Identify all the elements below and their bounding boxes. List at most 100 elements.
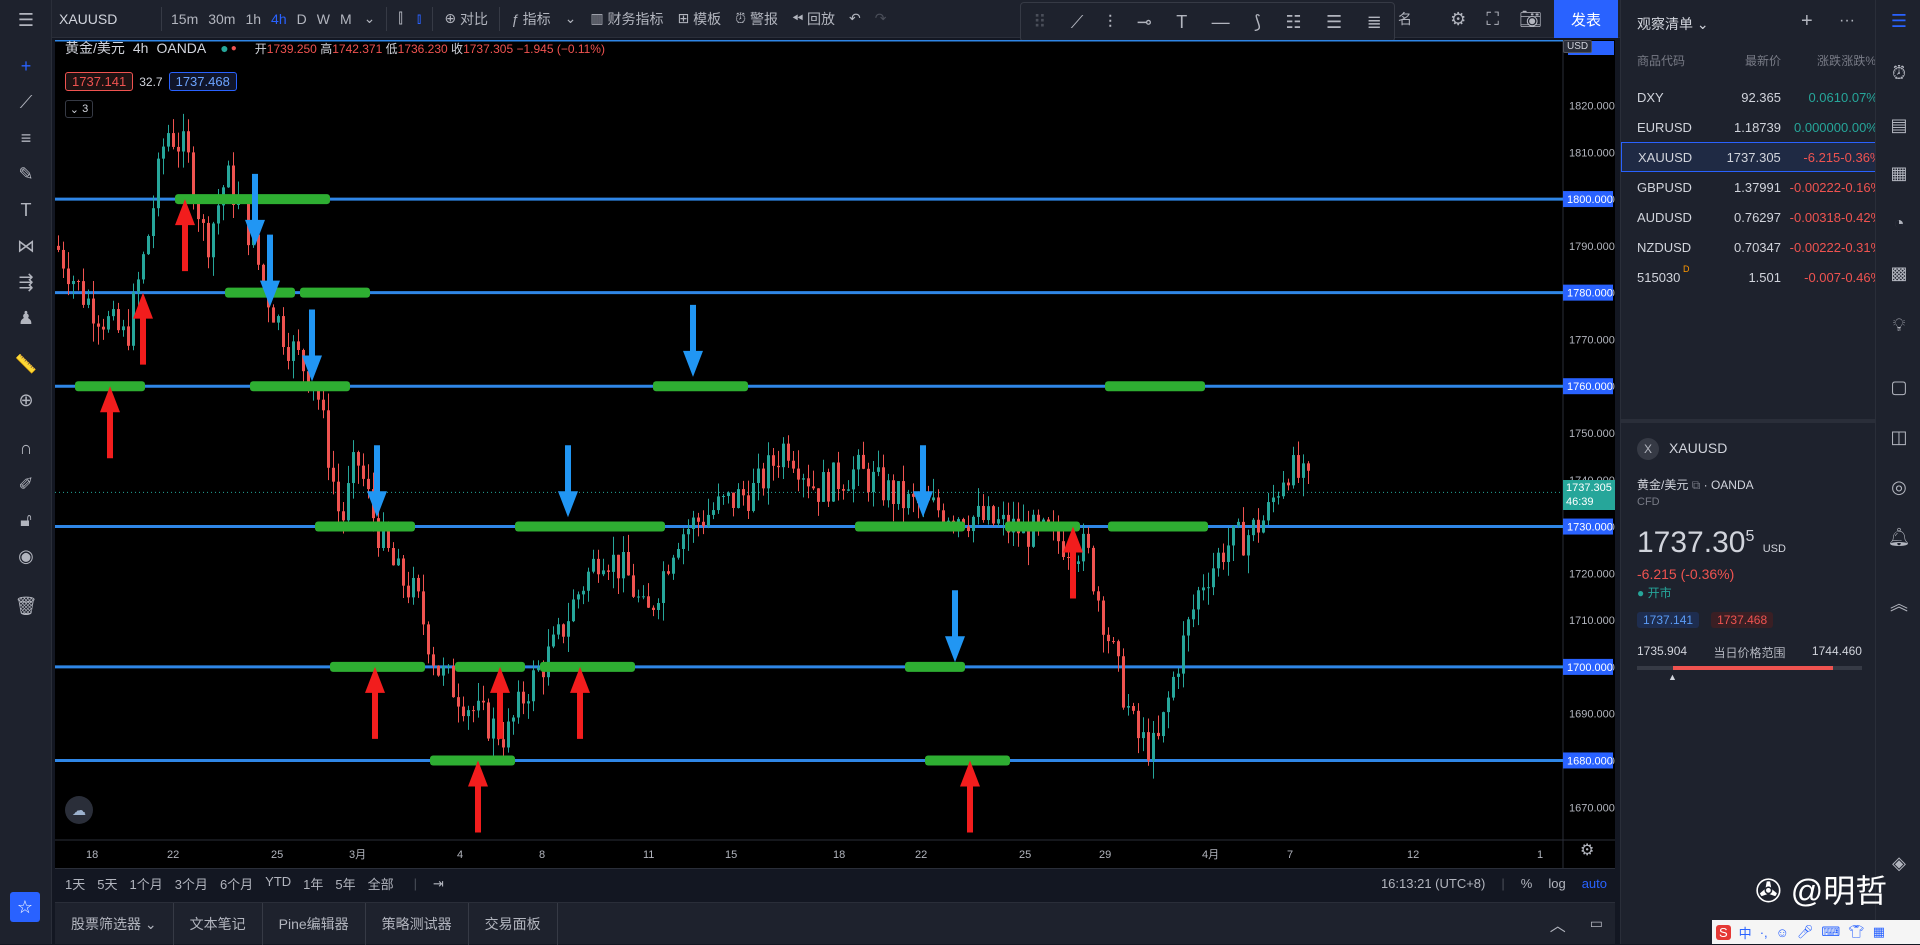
- range-button[interactable]: 1个月: [123, 874, 168, 893]
- external-link-icon[interactable]: ⧉: [1692, 478, 1701, 492]
- news-icon[interactable]: ▤: [1886, 112, 1912, 138]
- panel-divider[interactable]: [1621, 419, 1876, 423]
- horizontal-ray-icon[interactable]: ⊸: [1137, 12, 1152, 33]
- watchlist-row[interactable]: AUDUSD 0.76297 -0.00318-0.42%: [1621, 202, 1876, 232]
- bar-style-icon[interactable]: ⫾: [410, 0, 428, 38]
- crosshair-icon[interactable]: +: [12, 52, 40, 80]
- range-button[interactable]: 1年: [297, 874, 329, 893]
- trend-line-icon[interactable]: ⟋: [12, 88, 40, 116]
- ruler-icon[interactable]: 📏: [12, 350, 40, 378]
- parallel-channel-icon[interactable]: ☷: [1285, 12, 1301, 33]
- column-change-pct[interactable]: 涨跌%: [1841, 52, 1876, 72]
- range-button[interactable]: 5年: [329, 874, 361, 893]
- currency-label[interactable]: USD: [1563, 40, 1593, 53]
- expand-panel-icon[interactable]: ︿: [1538, 912, 1578, 936]
- messages-icon[interactable]: ◫: [1886, 424, 1912, 450]
- range-button[interactable]: 全部: [362, 874, 400, 893]
- fib-icon[interactable]: ≡: [12, 124, 40, 152]
- compare-button[interactable]: ⊕ 对比: [437, 0, 495, 38]
- bottom-tab[interactable]: 策略测试器: [366, 902, 469, 945]
- vertical-line-icon[interactable]: ⫶: [1108, 12, 1113, 33]
- watchlist-row[interactable]: EURUSD 1.18739 0.00000 0.00%: [1621, 112, 1876, 142]
- alert-button[interactable]: ⏰︎ 警报: [728, 0, 785, 38]
- lock-draw-icon[interactable]: ✐: [12, 470, 40, 498]
- details-ask[interactable]: 1737.468: [1711, 612, 1774, 628]
- alert-icon[interactable]: ♟: [12, 304, 40, 332]
- range-button[interactable]: 1天: [59, 874, 91, 893]
- trash-icon[interactable]: 🗑︎: [12, 592, 40, 620]
- order-panel-icon[interactable]: ︽: [1886, 590, 1912, 616]
- scale-settings-gear-icon[interactable]: ⚙: [1580, 840, 1594, 860]
- tradingview-logo-icon[interactable]: ☁: [65, 796, 93, 824]
- indicators-button[interactable]: ƒ 指标: [504, 0, 558, 38]
- interval-D[interactable]: D: [292, 0, 312, 38]
- range-button[interactable]: 5天: [91, 874, 123, 893]
- text-tool-icon[interactable]: T: [12, 196, 40, 224]
- more-tools-icon[interactable]: ≣: [1367, 12, 1382, 33]
- undo-icon[interactable]: ↶: [842, 0, 868, 38]
- alarm-icon[interactable]: ⏰︎: [1886, 60, 1912, 86]
- range-button[interactable]: YTD: [259, 874, 297, 893]
- column-last[interactable]: 最新价: [1711, 52, 1781, 72]
- interval-15m[interactable]: 15m: [166, 0, 203, 38]
- chat-icon[interactable]: ▢: [1886, 374, 1912, 400]
- goto-date-icon[interactable]: ⇥: [425, 876, 452, 892]
- interval-30m[interactable]: 30m: [203, 0, 240, 38]
- drag-handle-icon[interactable]: ⠿: [1033, 12, 1046, 33]
- projection-icon[interactable]: ⇶: [12, 268, 40, 296]
- watchlist-icon[interactable]: ☰: [1886, 8, 1912, 34]
- add-symbol-icon[interactable]: +: [1801, 10, 1813, 33]
- legend-symbol[interactable]: 黄金/美元: [65, 38, 125, 58]
- replay-button[interactable]: ⏪︎ 回放: [785, 0, 842, 38]
- camera-icon[interactable]: 📷︎: [1519, 9, 1542, 30]
- indicators-collapse-button[interactable]: ⌄ 3: [65, 100, 93, 118]
- more-options-icon[interactable]: ···: [1839, 12, 1855, 30]
- templates-button[interactable]: ⊞ 模板: [671, 0, 729, 38]
- bottom-tab[interactable]: Pine编辑器: [263, 902, 366, 945]
- magnet-icon[interactable]: ∩: [12, 434, 40, 462]
- publish-button[interactable]: 发表: [1554, 0, 1618, 38]
- brush-icon[interactable]: ✎: [12, 160, 40, 188]
- ime-grid-icon[interactable]: ▦: [1873, 924, 1885, 940]
- candle-style-icon[interactable]: ⫿: [391, 0, 409, 38]
- interval-W[interactable]: W: [312, 0, 335, 38]
- favorites-star-icon[interactable]: ☆: [10, 892, 40, 922]
- zoom-icon[interactable]: ⊕: [12, 386, 40, 414]
- pattern-icon[interactable]: ⋈: [12, 232, 40, 260]
- range-button[interactable]: 6个月: [214, 874, 259, 893]
- interval-M[interactable]: M: [335, 0, 357, 38]
- ime-mic-icon[interactable]: 🎤︎: [1797, 924, 1814, 940]
- watchlist-title[interactable]: 观察清单 ⌄: [1637, 14, 1709, 34]
- log-scale-toggle[interactable]: log: [1540, 876, 1573, 891]
- eye-icon[interactable]: ◉: [12, 542, 40, 570]
- fullscreen-icon[interactable]: ⛶: [1486, 9, 1499, 30]
- watchlist-row[interactable]: NZDUSD 0.70347 -0.00222-0.31%: [1621, 232, 1876, 262]
- percent-scale-toggle[interactable]: %: [1513, 876, 1541, 891]
- watchlist-row[interactable]: GBPUSD 1.37991 -0.00222-0.16%: [1621, 172, 1876, 202]
- interval-4h[interactable]: 4h: [266, 0, 292, 38]
- horizontal-line-icon[interactable]: —: [1212, 12, 1230, 33]
- menu-icon[interactable]: ☰: [12, 6, 40, 34]
- fib-retracement-icon[interactable]: ☰: [1326, 12, 1342, 33]
- price-chart[interactable]: 1670.000 1680.000 1690.000 1700.000 1710.000…: [55, 38, 1615, 868]
- bottom-tab[interactable]: 文本笔记: [174, 902, 263, 945]
- ideas-bulb-icon[interactable]: 💡︎: [1886, 312, 1912, 338]
- column-change[interactable]: 涨跌: [1781, 52, 1841, 72]
- ime-emoji-icon[interactable]: ☺: [1776, 925, 1789, 940]
- data-window-icon[interactable]: ▦: [1886, 160, 1912, 186]
- ime-logo-icon[interactable]: S: [1716, 924, 1731, 940]
- sell-price-badge[interactable]: 1737.141: [65, 72, 134, 91]
- notifications-bell-icon[interactable]: 🔔︎: [1886, 524, 1912, 550]
- settings-gear-icon[interactable]: ⚙: [1450, 9, 1466, 30]
- interval-1h[interactable]: 1h: [240, 0, 266, 38]
- ime-skin-icon[interactable]: 👕︎: [1848, 924, 1865, 940]
- text-icon[interactable]: T: [1176, 12, 1187, 33]
- indicators-dropdown-icon[interactable]: ⌄: [558, 0, 584, 38]
- buy-price-badge[interactable]: 1737.468: [168, 72, 237, 91]
- calendar-icon[interactable]: ▩: [1886, 260, 1912, 286]
- ime-punct-icon[interactable]: ·,: [1760, 925, 1768, 940]
- timezone-clock[interactable]: 16:13:21 (UTC+8): [1373, 876, 1493, 891]
- path-icon[interactable]: ⟆: [1254, 12, 1261, 33]
- details-bid[interactable]: 1737.141: [1637, 612, 1700, 628]
- bottom-tab[interactable]: 交易面板: [469, 902, 558, 945]
